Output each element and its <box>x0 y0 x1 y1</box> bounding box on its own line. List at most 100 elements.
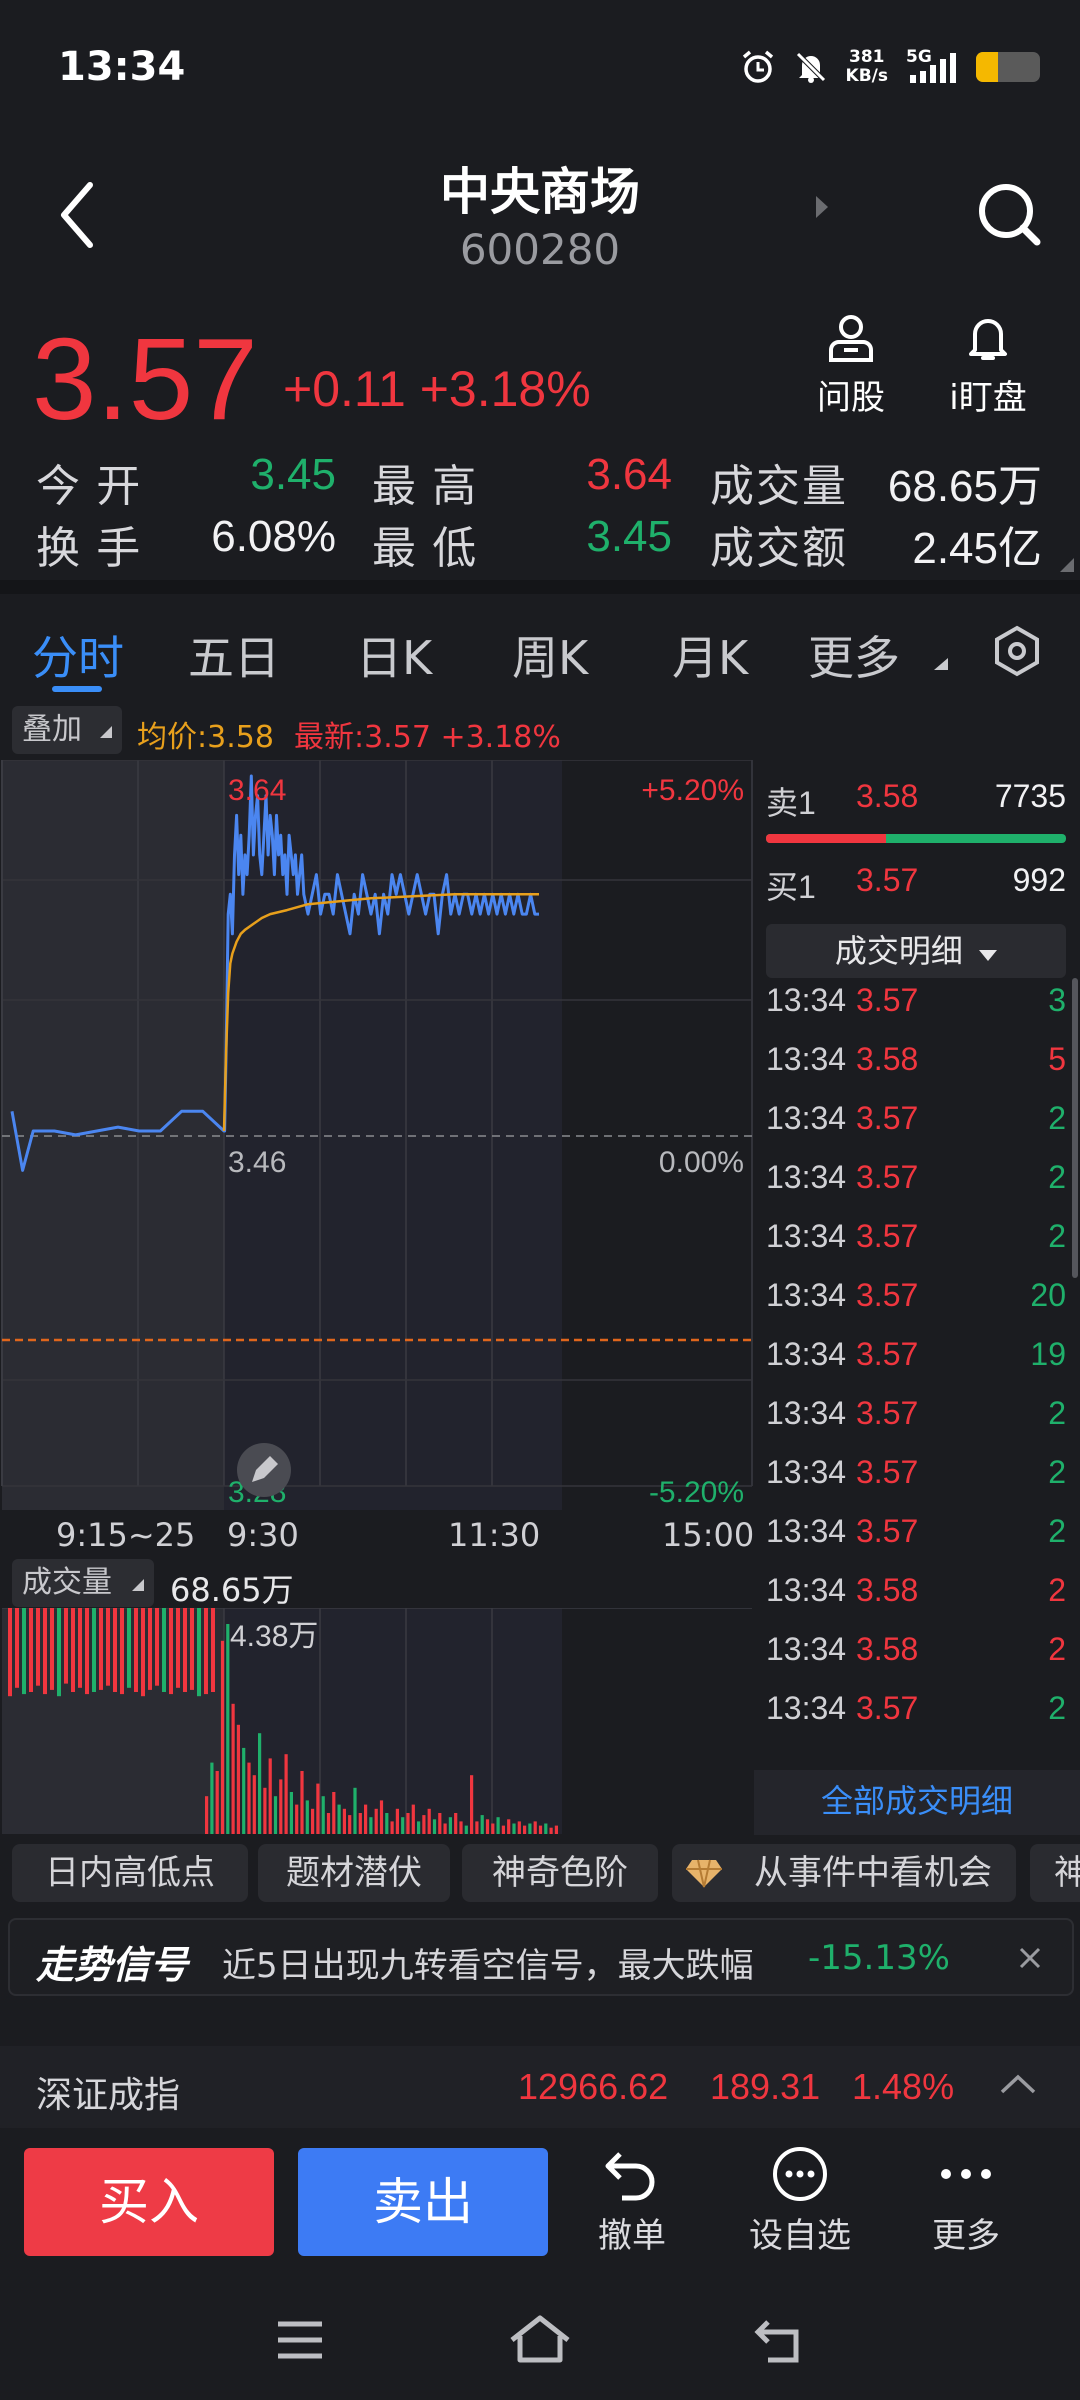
volume-bar <box>258 1733 262 1834</box>
volume-bar <box>279 1779 283 1834</box>
low-value: 3.45 <box>586 512 672 561</box>
index-pct: 1.48% <box>852 2066 955 2107</box>
chip-intraday-high-low[interactable]: 日内高低点 <box>12 1844 248 1902</box>
volume-bar <box>231 1703 235 1834</box>
signal-title: 走势信号 <box>36 1943 189 1987</box>
stock-name: 中央商场 <box>440 163 640 221</box>
volume-chart[interactable]: 4.38万 <box>0 1607 754 1834</box>
trade-price: 3.57 <box>856 1159 919 1195</box>
trend-signal-banner[interactable]: 走势信号 近5日出现九转看空信号，最大跌幅 -15.13% <box>8 1918 1074 1996</box>
volume-bar <box>273 1796 278 1834</box>
edit-pen-icon[interactable] <box>237 1443 291 1497</box>
chart-settings-icon[interactable] <box>990 624 1044 678</box>
buy-button[interactable]: 买入 <box>24 2148 274 2256</box>
volume-bar <box>374 1808 378 1834</box>
intraday-chart-svg: 3.64 3.46 3.28 +5.20% 0.00% -5.20% <box>1 759 753 1510</box>
trade-price: 3.57 <box>856 1277 919 1313</box>
tab-five-day[interactable]: 五日 <box>188 622 280 688</box>
bid-row: 买1 3.57 992 <box>766 862 1066 908</box>
volume-bar <box>92 1608 96 1692</box>
trade-row: 13:34 3.57 2 <box>766 1218 1066 1276</box>
trade-action-bar: 买入 卖出 撤单 设自选 更多 <box>0 2128 1080 2278</box>
volume-bar <box>220 1640 225 1834</box>
expand-corner-icon[interactable] <box>1060 558 1074 572</box>
ask-label: 卖1 <box>766 785 816 821</box>
next-stock-arrow-icon[interactable] <box>812 192 832 222</box>
bid-ask-ratio-bar <box>766 834 1066 843</box>
trade-price: 3.57 <box>856 1336 919 1372</box>
chip-event-opportunity[interactable]: 从事件中看机会 <box>672 1844 1016 1902</box>
trade-price: 3.58 <box>856 1572 919 1608</box>
chip-theme-ambush[interactable]: 题材潜伏 <box>258 1844 450 1902</box>
volume-bar <box>64 1608 68 1684</box>
volume-bar <box>358 1813 362 1834</box>
tab-monthly-k[interactable]: 月K <box>672 622 748 688</box>
volume-bar <box>183 1608 187 1692</box>
trade-price: 3.57 <box>856 1218 919 1254</box>
volume-bar <box>162 1608 166 1692</box>
intraday-chart[interactable]: 3.64 3.46 3.28 +5.20% 0.00% -5.20% 9:15~… <box>0 759 754 1554</box>
trade-list-scrollbar[interactable] <box>1072 978 1078 1278</box>
sell-button[interactable]: 卖出 <box>298 2148 548 2256</box>
turnover-rate-value: 6.08% <box>211 512 336 561</box>
ask-volume: 7735 <box>994 778 1066 814</box>
volume-bar <box>443 1823 447 1834</box>
trade-row: 13:34 3.57 19 <box>766 1336 1066 1394</box>
volume-bar <box>432 1819 437 1834</box>
volume-bar <box>120 1608 124 1695</box>
stock-header: 中央商场 600280 <box>0 130 1080 300</box>
volume-bar <box>15 1608 19 1688</box>
index-value: 12966.62 <box>518 2066 669 2107</box>
volume-bar <box>215 1771 219 1834</box>
volume-bar <box>289 1792 293 1834</box>
current-price: 3.57 <box>32 314 258 444</box>
volume-bar <box>470 1775 474 1834</box>
chip-magic-color-scale[interactable]: 神奇色阶 <box>462 1844 658 1902</box>
volume-bar <box>242 1747 246 1834</box>
menu-icon[interactable] <box>276 2320 324 2360</box>
chevron-up-icon[interactable] <box>998 2072 1038 2096</box>
volume-bar <box>528 1823 532 1834</box>
chip-overflow[interactable]: 神 <box>1030 1844 1080 1902</box>
volume-bar <box>252 1775 256 1834</box>
volume-bar <box>210 1762 214 1834</box>
chart-tabs: 分时 五日 日K 周K 月K 更多 <box>0 594 1080 704</box>
volume-bar <box>211 1608 215 1692</box>
tab-weekly-k[interactable]: 周K <box>512 622 588 688</box>
tab-daily-k[interactable]: 日K <box>356 622 432 688</box>
back-nav-icon[interactable] <box>752 2318 808 2364</box>
price-change: +0.11 +3.18% <box>283 361 591 417</box>
home-icon[interactable] <box>508 2314 572 2364</box>
overlay-dropdown[interactable]: 叠加 <box>12 706 122 754</box>
trade-volume: 2 <box>1048 1395 1066 1431</box>
bid-label: 买1 <box>766 869 816 905</box>
trade-detail-dropdown[interactable]: 成交明细 <box>766 924 1066 978</box>
all-trade-details-link[interactable]: 全部成交明细 <box>754 1770 1080 1835</box>
volume-value: 68.65万 <box>887 462 1042 511</box>
volume-bar <box>459 1821 463 1834</box>
bid-price: 3.57 <box>856 862 919 898</box>
turnover-rate-label: 换 手 <box>36 524 143 573</box>
set-watchlist-button[interactable]: 设自选 <box>740 2146 860 2257</box>
cancel-order-button[interactable]: 撤单 <box>572 2146 692 2257</box>
search-icon[interactable] <box>975 180 1045 250</box>
trade-volume: 2 <box>1048 1631 1066 1667</box>
bid-volume: 992 <box>1012 862 1066 898</box>
watch-button[interactable]: i盯盘 <box>933 312 1043 419</box>
x-tick-premarket-label: 9:15~25 <box>56 1516 196 1554</box>
volume-bar <box>57 1608 61 1697</box>
trade-volume: 19 <box>1030 1336 1066 1372</box>
watch-label: i盯盘 <box>949 378 1027 418</box>
trade-volume: 20 <box>1030 1277 1066 1313</box>
volume-bar <box>268 1758 272 1834</box>
pre-market-region <box>2 760 224 1510</box>
volume-dropdown[interactable]: 成交量 <box>12 1559 154 1607</box>
index-ticker-bar[interactable]: 深证成指 12966.62 189.31 1.48% <box>0 2046 1080 2128</box>
tab-intraday[interactable]: 分时 <box>32 622 124 688</box>
ask-stock-button[interactable]: 问股 <box>796 312 906 419</box>
close-icon[interactable] <box>1018 1946 1042 1970</box>
more-button[interactable]: 更多 <box>906 2146 1026 2257</box>
volume-bar <box>401 1817 405 1834</box>
tab-more[interactable]: 更多 <box>808 622 900 688</box>
more-circle-icon <box>773 2147 827 2201</box>
